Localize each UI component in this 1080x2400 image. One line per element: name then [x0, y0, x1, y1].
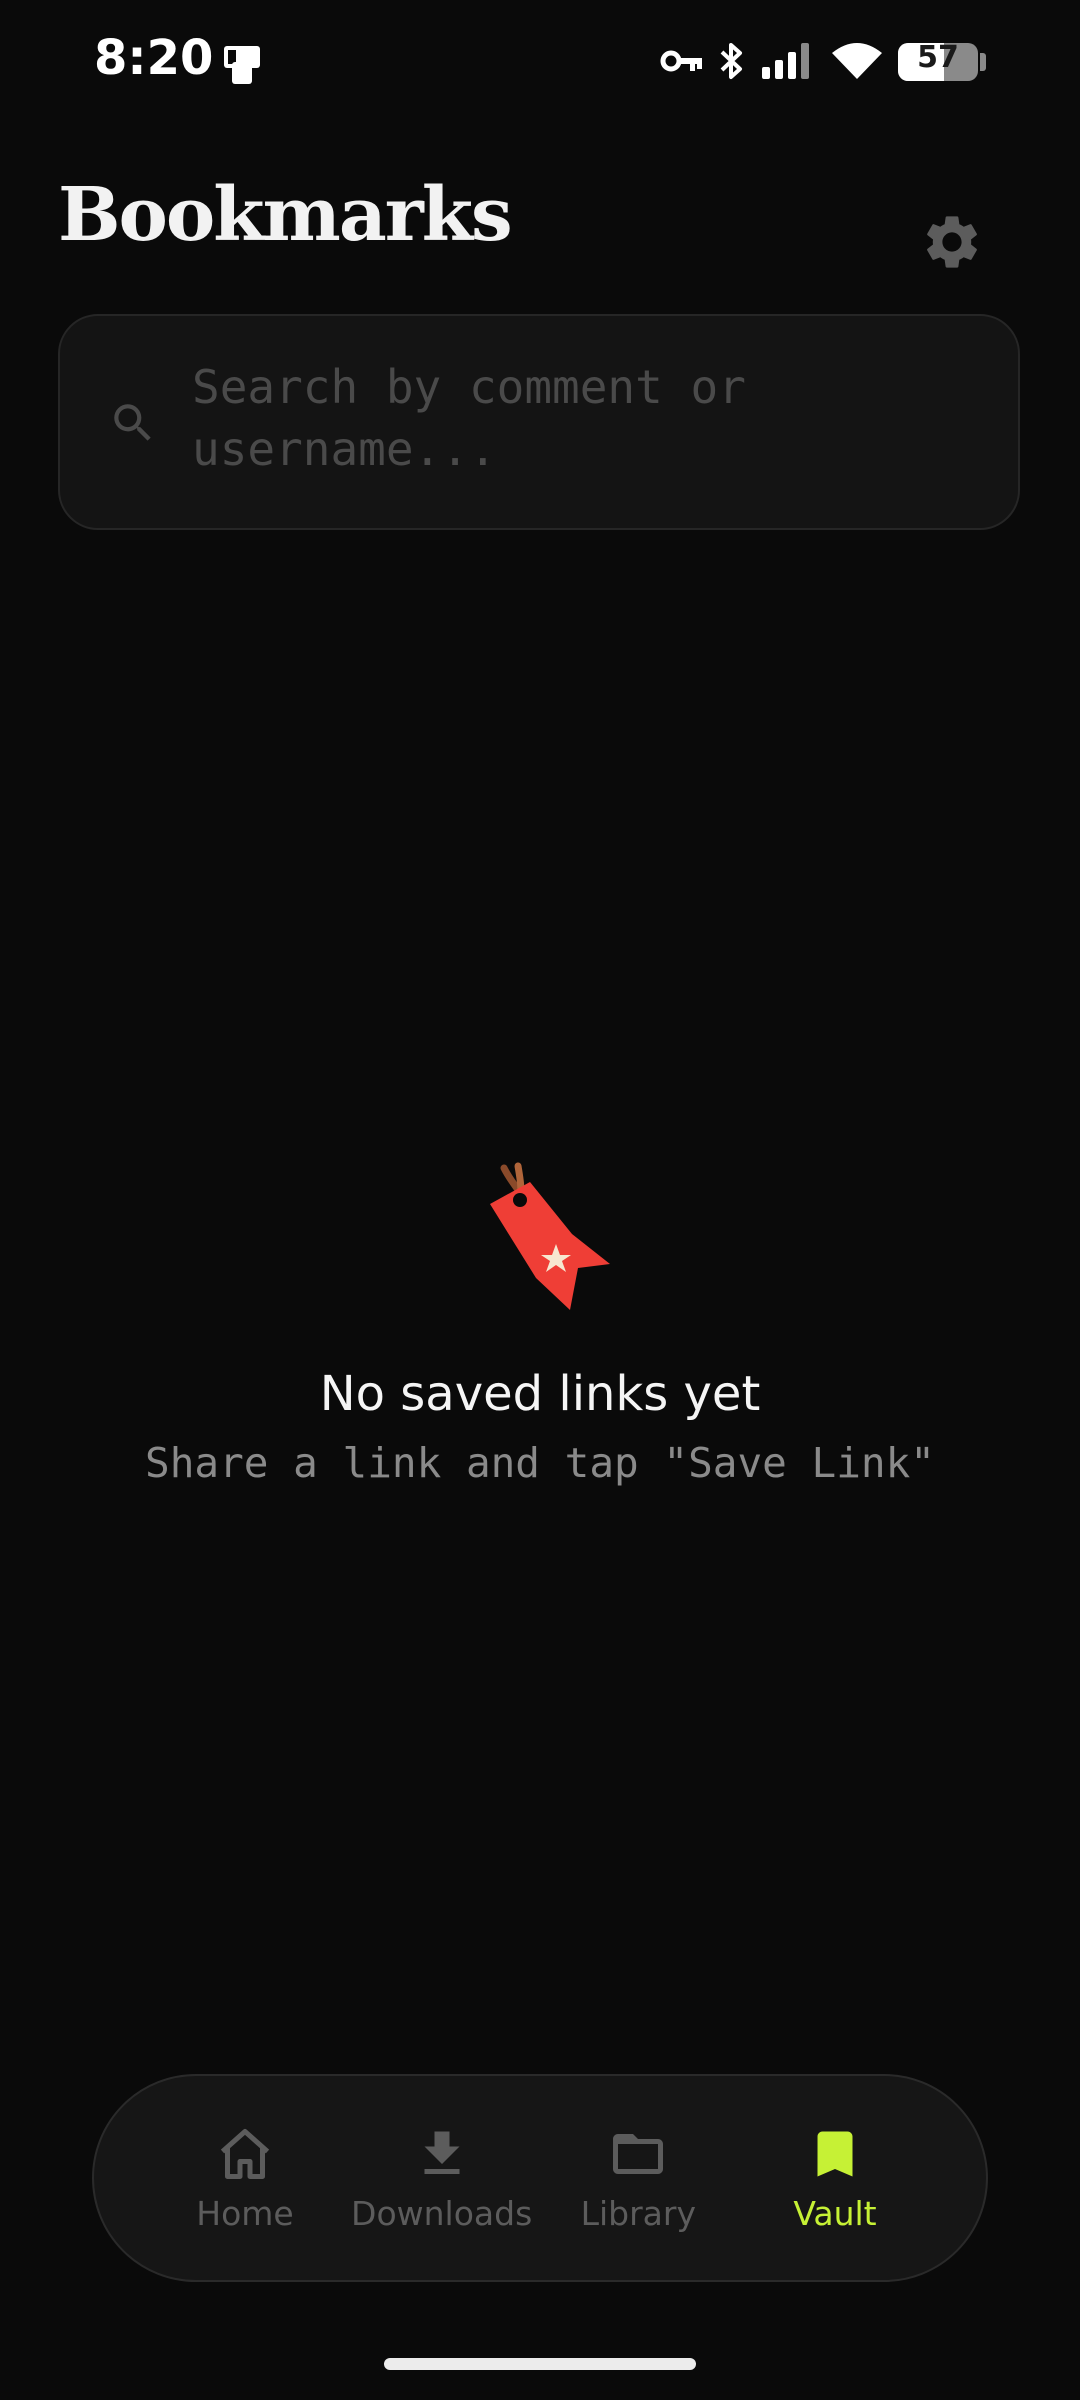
folder-icon — [613, 2133, 664, 2174]
empty-state: No saved links yet Share a link and tap … — [0, 1160, 1080, 1490]
home-icon — [220, 2128, 270, 2179]
battery-indicator: 57 — [898, 39, 986, 83]
search-input[interactable] — [192, 356, 982, 492]
battery-level: 57 — [917, 40, 959, 75]
search-box — [58, 314, 1020, 530]
home-indicator[interactable] — [384, 2358, 696, 2370]
nav-label-home: Home — [196, 2193, 294, 2233]
download-icon — [424, 2131, 460, 2174]
bookmark-icon — [817, 2131, 853, 2176]
gear-icon — [927, 216, 977, 268]
nav-item-vault[interactable]: Vault — [740, 2103, 930, 2253]
bookmark-tag-icon — [490, 1162, 610, 1310]
app-notification-icon — [224, 46, 260, 84]
search-icon — [114, 404, 151, 441]
vpn-key-icon — [660, 50, 702, 72]
nav-label-vault: Vault — [793, 2193, 877, 2233]
empty-state-subtitle: Share a link and tap "Save Link" — [145, 1439, 935, 1487]
nav-item-home[interactable]: Home — [150, 2103, 340, 2253]
page-title: Bookmarks — [58, 172, 513, 258]
signal-icon — [762, 43, 809, 79]
bottom-navigation: Home Downloads Library Vault — [92, 2074, 988, 2282]
settings-button[interactable] — [916, 206, 988, 278]
status-time: 8:20 — [94, 30, 214, 86]
nav-item-library[interactable]: Library — [543, 2103, 733, 2253]
empty-state-title: No saved links yet — [319, 1366, 761, 1422]
status-icons: 57 — [660, 36, 986, 86]
nav-label-library: Library — [580, 2193, 696, 2233]
nav-label-downloads: Downloads — [351, 2193, 533, 2233]
bluetooth-icon — [720, 43, 742, 79]
wifi-icon — [832, 43, 882, 79]
status-bar: 8:20 57 — [0, 0, 1080, 124]
nav-item-downloads[interactable]: Downloads — [347, 2103, 537, 2253]
